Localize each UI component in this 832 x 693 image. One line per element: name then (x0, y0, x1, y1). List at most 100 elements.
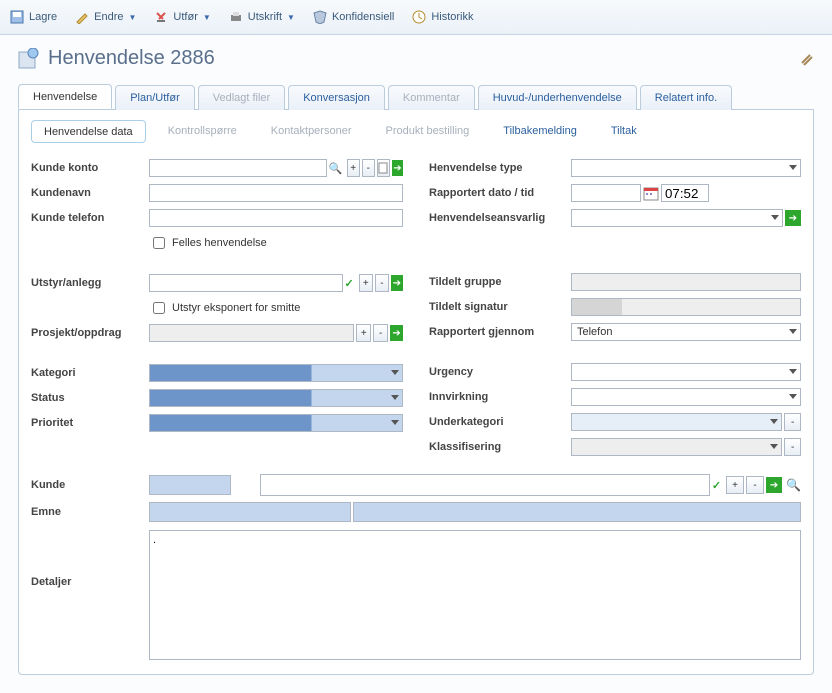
underkategori-select[interactable] (571, 413, 782, 431)
check-icon: ✓ (712, 479, 721, 492)
emne-input[interactable] (353, 502, 801, 522)
label-prosjekt: Prosjekt/oppdrag (31, 327, 149, 339)
history-label: Historikk (431, 11, 473, 23)
settings-icon[interactable] (798, 51, 814, 67)
shield-icon (313, 10, 327, 24)
tab-huvud-under[interactable]: Huvud-/underhenvendelse (478, 85, 637, 110)
doc-button[interactable] (377, 159, 390, 177)
label-henvendelseansvarlig: Henvendelseansvarlig (429, 212, 571, 224)
tab-relatert[interactable]: Relatert info. (640, 85, 732, 110)
subtab-kontrollsporre[interactable]: Kontrollspørre (156, 120, 249, 143)
label-kunde-telefon: Kunde telefon (31, 212, 149, 224)
tab-konversasjon[interactable]: Konversasjon (288, 85, 385, 110)
prioritet-select[interactable] (149, 414, 403, 432)
tab-kommentar[interactable]: Kommentar (388, 85, 475, 110)
check-icon: ✓ (345, 277, 354, 290)
toolbar: Lagre Endre ▼ Utfør ▼ Utskrift ▼ Konfide… (0, 0, 832, 35)
add-button[interactable]: + (359, 274, 373, 292)
felles-checkbox[interactable] (153, 237, 165, 249)
add-button[interactable]: + (356, 324, 371, 342)
print-label: Utskrift (248, 11, 282, 23)
label-henvendelse-type: Henvendelse type (429, 162, 571, 174)
emne-segment (149, 502, 351, 522)
remove-button[interactable]: - (362, 159, 375, 177)
edit-button[interactable]: Endre ▼ (75, 10, 136, 24)
go-button[interactable]: ➔ (766, 477, 782, 493)
label-kategori: Kategori (31, 367, 149, 379)
klassifisering-select[interactable] (571, 438, 782, 456)
label-kunde: Kunde (31, 479, 149, 491)
label-tildelt-signatur: Tildelt signatur (429, 301, 571, 313)
utstyr-smitte-label: Utstyr eksponert for smitte (172, 302, 300, 314)
confidential-label: Konfidensiell (332, 11, 394, 23)
remove-button[interactable]: - (373, 324, 388, 342)
edit-label: Endre (94, 11, 123, 23)
kunde-telefon-input[interactable] (149, 209, 403, 227)
calendar-icon[interactable] (643, 185, 659, 201)
label-urgency: Urgency (429, 366, 571, 378)
go-button[interactable]: ➔ (392, 160, 403, 176)
henvendelse-type-select[interactable] (571, 159, 801, 177)
label-status: Status (31, 392, 149, 404)
kundenavn-input[interactable] (149, 184, 403, 202)
innvirkning-select[interactable] (571, 388, 801, 406)
title-text: Henvendelse 2886 (48, 47, 215, 70)
kategori-select[interactable] (149, 364, 403, 382)
go-button[interactable]: ➔ (391, 275, 403, 291)
label-rapportert-dato: Rapportert dato / tid (429, 187, 571, 199)
tab-henvendelse[interactable]: Henvendelse (18, 84, 112, 109)
remove-button[interactable]: - (746, 476, 764, 494)
subtab-henvendelse-data[interactable]: Henvendelse data (31, 120, 146, 143)
search-icon[interactable]: 🔍 (329, 162, 343, 175)
kunde-konto-input[interactable] (149, 159, 327, 177)
go-button[interactable]: ➔ (390, 325, 403, 341)
sub-tabs: Henvendelse data Kontrollspørre Kontaktp… (31, 120, 801, 143)
label-innvirkning: Innvirkning (429, 391, 571, 403)
prosjekt-input[interactable] (149, 324, 354, 342)
tools-icon (154, 10, 168, 24)
urgency-select[interactable] (571, 363, 801, 381)
subtab-kontaktpersoner[interactable]: Kontaktpersoner (259, 120, 364, 143)
remove-button[interactable]: - (375, 274, 389, 292)
rapportert-tid-input[interactable] (661, 184, 709, 202)
zoom-icon[interactable]: 🔍 (786, 478, 801, 492)
add-button[interactable]: + (726, 476, 744, 494)
clock-icon (412, 10, 426, 24)
remove-button[interactable]: - (784, 413, 801, 431)
request-icon (18, 48, 40, 70)
tab-plan-utfor[interactable]: Plan/Utfør (115, 85, 195, 110)
add-button[interactable]: + (347, 159, 360, 177)
history-button[interactable]: Historikk (412, 10, 473, 24)
rapportert-gjennom-select[interactable]: Telefon (571, 323, 801, 341)
label-detaljer: Detaljer (31, 576, 149, 588)
remove-button[interactable]: - (784, 438, 801, 456)
felles-label: Felles henvendelse (172, 237, 267, 249)
kunde-input[interactable] (260, 474, 710, 496)
go-button[interactable]: ➔ (785, 210, 801, 226)
execute-button[interactable]: Utfør ▼ (154, 10, 210, 24)
save-button[interactable]: Lagre (10, 10, 57, 24)
tab-vedlagt-filer[interactable]: Vedlagt filer (198, 85, 285, 110)
subtab-produkt-bestilling[interactable]: Produkt bestilling (373, 120, 481, 143)
chevron-down-icon: ▼ (203, 13, 211, 22)
utstyr-anlegg-input[interactable] (149, 274, 343, 292)
confidential-button[interactable]: Konfidensiell (313, 10, 394, 24)
right-column: Henvendelse type Rapportert dato / tid H… (429, 159, 801, 456)
label-underkategori: Underkategori (429, 416, 571, 428)
rapportert-dato-input[interactable] (571, 184, 641, 202)
execute-label: Utfør (173, 11, 197, 23)
left-column: Kunde konto 🔍 + - ➔ Kundenavn Kunde (31, 159, 403, 456)
status-select[interactable] (149, 389, 403, 407)
label-kundenavn: Kundenavn (31, 187, 149, 199)
subtab-tilbakemelding[interactable]: Tilbakemelding (491, 120, 589, 143)
print-button[interactable]: Utskrift ▼ (229, 10, 295, 24)
henvendelseansvarlig-select[interactable] (571, 209, 783, 227)
save-label: Lagre (29, 11, 57, 23)
label-klassifisering: Klassifisering (429, 441, 571, 453)
subtab-tiltak[interactable]: Tiltak (599, 120, 649, 143)
main-tabs: Henvendelse Plan/Utfør Vedlagt filer Kon… (18, 84, 814, 110)
page-title: Henvendelse 2886 (18, 47, 215, 70)
detaljer-textarea[interactable] (149, 530, 801, 660)
utstyr-smitte-checkbox[interactable] (153, 302, 165, 314)
label-prioritet: Prioritet (31, 417, 149, 429)
